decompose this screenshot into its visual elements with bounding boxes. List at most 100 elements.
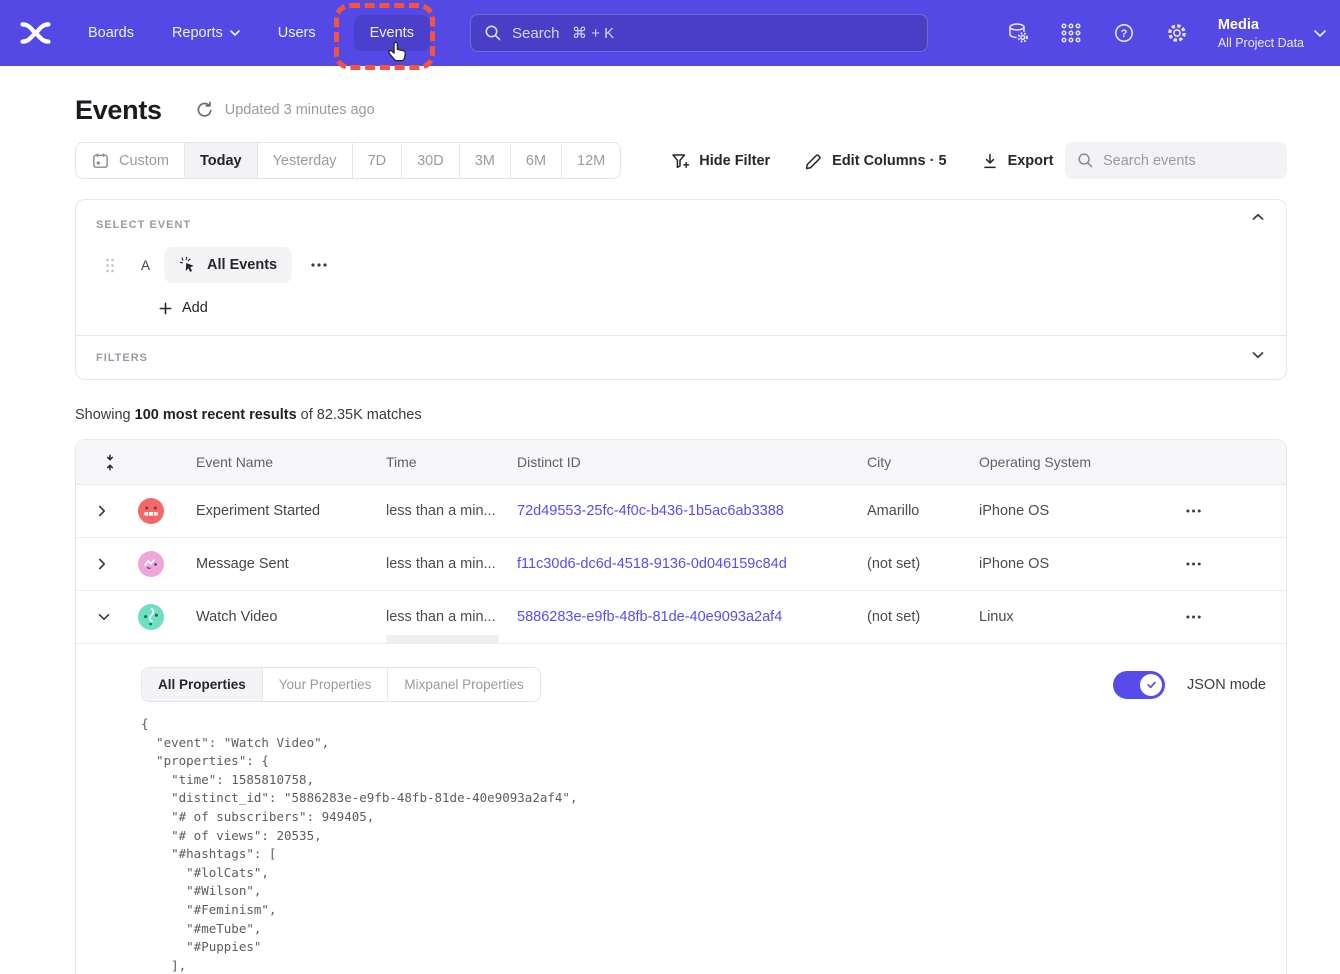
events-search-field[interactable]	[1065, 142, 1287, 179]
event-row-letter: A	[141, 258, 150, 273]
cell-time: less than a min...	[386, 503, 517, 519]
column-header-distinct-id[interactable]: Distinct ID	[517, 454, 867, 470]
date-option-label: Today	[200, 153, 242, 169]
cell-os: iPhone OS	[979, 556, 1186, 572]
filters-label: FILTERS	[96, 352, 148, 364]
tab-your-properties[interactable]: Your Properties	[263, 668, 389, 701]
select-event-section: SELECT EVENT	[76, 200, 1286, 233]
row-more-icon[interactable]	[1186, 615, 1286, 619]
table-header-row: Event Name Time Distinct ID City Operati…	[76, 440, 1286, 485]
column-header-event-name[interactable]: Event Name	[196, 454, 386, 470]
date-option-6m[interactable]: 6M	[511, 143, 562, 178]
date-option-3m[interactable]: 3M	[460, 143, 511, 178]
column-header-time[interactable]: Time	[386, 454, 517, 470]
chevron-down-icon	[230, 30, 240, 36]
search-icon	[1077, 152, 1094, 169]
cell-city: (not set)	[867, 609, 979, 625]
cell-distinct-id-link[interactable]: f11c30d6-dc6d-4518-9136-0d046159c84d	[517, 556, 867, 572]
chevron-up-icon[interactable]	[1252, 213, 1266, 227]
settings-gear-icon[interactable]	[1165, 21, 1189, 45]
project-scope: All Project Data	[1218, 35, 1304, 51]
project-name: Media	[1218, 16, 1304, 35]
hide-filter-label: Hide Filter	[699, 153, 770, 169]
cell-distinct-id-link[interactable]: 5886283e-e9fb-48fb-81de-40e9093a2af4	[517, 609, 867, 625]
add-event-button[interactable]: Add	[158, 300, 208, 316]
nav-item-boards-label: Boards	[88, 25, 134, 41]
cell-city: Amarillo	[867, 503, 979, 519]
column-header-city[interactable]: City	[867, 454, 979, 470]
event-avatar	[120, 604, 196, 630]
events-search-input[interactable]	[1103, 153, 1275, 169]
event-selector-chip[interactable]: All Events	[164, 247, 292, 283]
date-option-30d[interactable]: 30D	[402, 143, 460, 178]
export-button[interactable]: Export	[981, 152, 1054, 170]
hide-filter-button[interactable]: Hide Filter	[671, 152, 770, 170]
event-detail-panel: All Properties Your Properties Mixpanel …	[76, 644, 1286, 974]
date-option-7d[interactable]: 7D	[353, 143, 403, 178]
detail-header: All Properties Your Properties Mixpanel …	[141, 667, 1266, 702]
nav-item-reports[interactable]: Reports	[172, 25, 240, 41]
event-json-view: { "event": "Watch Video", "properties": …	[141, 715, 1266, 974]
mixpanel-logo-icon[interactable]	[20, 20, 54, 46]
table-row[interactable]: Message Sent less than a min... f11c30d6…	[76, 538, 1286, 591]
results-highlight: 100 most recent results	[135, 407, 297, 423]
cell-distinct-id-link[interactable]: 72d49553-25fc-4f0c-b436-1b5ac6ab3388	[517, 503, 867, 519]
cell-city: (not set)	[867, 556, 979, 572]
nav-item-events[interactable]: Events	[354, 15, 430, 51]
add-event-label: Add	[182, 300, 208, 316]
selected-event-name: All Events	[207, 257, 277, 273]
help-icon[interactable]: ?	[1112, 21, 1136, 45]
calendar-icon	[91, 151, 110, 170]
results-prefix: Showing	[75, 407, 135, 423]
chevron-right-icon[interactable]	[76, 558, 120, 570]
date-option-label: 30D	[417, 153, 444, 169]
edit-columns-label: Edit Columns · 5	[832, 153, 946, 169]
edit-columns-button[interactable]: Edit Columns · 5	[804, 151, 946, 170]
project-switcher[interactable]: Media All Project Data	[1218, 16, 1326, 51]
results-summary: Showing 100 most recent results of 82.35…	[75, 407, 1287, 423]
filters-section[interactable]: FILTERS	[76, 336, 1286, 379]
time-cell-underline	[386, 635, 499, 643]
nav-item-users[interactable]: Users	[278, 25, 316, 41]
column-header-os[interactable]: Operating System	[979, 454, 1186, 470]
date-option-yesterday[interactable]: Yesterday	[258, 143, 353, 178]
tab-all-properties[interactable]: All Properties	[142, 668, 263, 701]
table-row-expanded[interactable]: Watch Video less than a min... 5886283e-…	[76, 591, 1286, 644]
nav-item-reports-label: Reports	[172, 25, 223, 41]
apps-grid-icon[interactable]	[1059, 21, 1083, 45]
table-row[interactable]: Experiment Started less than a min... 72…	[76, 485, 1286, 538]
json-mode-toggle[interactable]	[1113, 671, 1165, 699]
events-table: Event Name Time Distinct ID City Operati…	[75, 439, 1287, 974]
event-row-more-icon[interactable]	[309, 259, 331, 271]
controls-row: Custom Today Yesterday 7D 30D 3M 6M 12M	[75, 142, 1287, 179]
table-toolbar: Hide Filter Edit Columns · 5	[671, 151, 1053, 170]
data-management-icon[interactable]	[1006, 21, 1030, 45]
download-icon	[981, 152, 999, 170]
tab-mixpanel-properties[interactable]: Mixpanel Properties	[388, 668, 539, 701]
global-search-bar[interactable]	[470, 14, 928, 52]
chevron-down-icon[interactable]	[1252, 351, 1266, 365]
date-option-label: 6M	[526, 153, 546, 169]
cell-event-name: Experiment Started	[196, 503, 386, 519]
cell-os: iPhone OS	[979, 503, 1186, 519]
date-option-custom[interactable]: Custom	[76, 143, 185, 178]
properties-tabs: All Properties Your Properties Mixpanel …	[141, 667, 541, 702]
project-text: Media All Project Data	[1218, 16, 1304, 51]
chevron-down-icon[interactable]	[76, 613, 120, 621]
chevron-right-icon[interactable]	[76, 505, 120, 517]
row-more-icon[interactable]	[1186, 509, 1286, 513]
nav-item-boards[interactable]: Boards	[88, 25, 134, 41]
date-option-12m[interactable]: 12M	[562, 143, 620, 178]
select-event-label: SELECT EVENT	[96, 219, 191, 231]
date-option-today[interactable]: Today	[185, 143, 258, 178]
cell-time: less than a min...	[386, 609, 517, 625]
row-more-icon[interactable]	[1186, 562, 1286, 566]
main-content: Events Updated 3 minutes ago	[0, 93, 1340, 974]
app-window: Boards Reports Users Events	[0, 0, 1340, 974]
pencil-icon	[804, 151, 823, 170]
event-sparkle-cursor-icon	[179, 256, 197, 274]
refresh-icon[interactable]	[194, 100, 214, 120]
global-search-input[interactable]	[512, 25, 914, 42]
collapse-all-icon[interactable]	[76, 454, 196, 471]
drag-handle-icon[interactable]	[104, 257, 116, 274]
